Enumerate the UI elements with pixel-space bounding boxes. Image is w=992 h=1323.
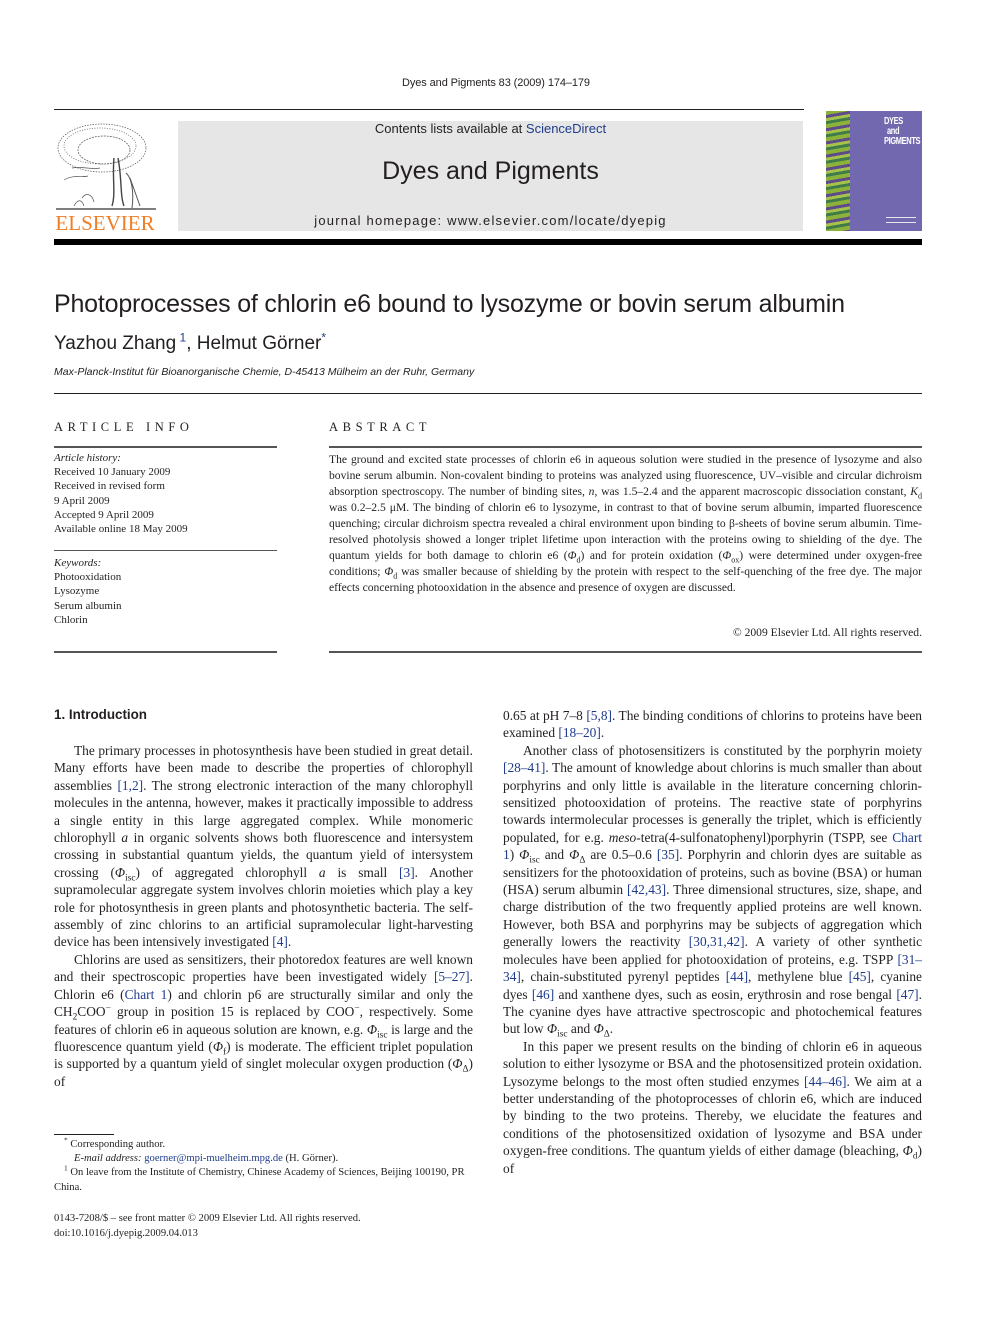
header-rule <box>54 109 804 110</box>
footnote-1: 1 On leave from the Institute of Chemist… <box>54 1163 465 1193</box>
paragraph: Chlorins are used as sensitizers, their … <box>54 951 474 1089</box>
citation-link[interactable]: [46] <box>532 987 554 1002</box>
article-info-rule <box>54 651 277 653</box>
corresponding-author-mark[interactable]: * <box>321 331 326 345</box>
keywords: Keywords: Photooxidation Lysozyme Serum … <box>54 556 122 627</box>
cover-title: DYES and PIGMENTS <box>884 116 921 147</box>
keyword: Serum albumin <box>54 599 122 612</box>
citation-link[interactable]: [30,31,42] <box>689 934 745 949</box>
affiliation-rule <box>54 393 922 394</box>
footnote-corresponding: * Corresponding author. <box>64 1135 166 1150</box>
article-title: Photoprocesses of chlorin e6 bound to ly… <box>54 290 845 318</box>
footnotes: * Corresponding author. E-mail address: … <box>54 1135 473 1195</box>
keywords-label: Keywords: <box>54 557 102 569</box>
abstract-rule <box>329 651 922 653</box>
citation-link[interactable]: [44–46] <box>804 1074 846 1089</box>
contents-prefix: Contents lists available at <box>374 121 526 136</box>
author-name[interactable]: Helmut Görner <box>197 333 322 354</box>
front-matter: 0143-7208/$ – see front matter © 2009 El… <box>54 1212 361 1241</box>
paragraph: The primary processes in photosynthesis … <box>54 743 473 950</box>
citation-link[interactable]: [5–27] <box>434 969 470 984</box>
keyword: Photooxidation <box>54 571 122 584</box>
abstract-rule <box>329 446 922 448</box>
citation-link[interactable]: [18–20] <box>558 725 600 740</box>
history-label: Article history: <box>54 452 121 464</box>
issn-line: 0143-7208/$ – see front matter © 2009 El… <box>54 1213 361 1224</box>
paragraph: Another class of photosensitizers is con… <box>503 742 923 1040</box>
citation-link[interactable]: [28–41] <box>503 760 545 775</box>
citation-link[interactable]: [5,8] <box>586 708 612 723</box>
running-head: Dyes and Pigments 83 (2009) 174–179 <box>402 77 590 89</box>
article-info-rule <box>54 550 277 551</box>
author-name[interactable]: Yazhou Zhang <box>54 333 176 354</box>
citation-link[interactable]: [47] <box>896 987 918 1002</box>
history-item: Received in revised form <box>54 480 165 493</box>
elsevier-logo-text: ELSEVIER <box>55 211 155 235</box>
keyword: Chlorin <box>54 613 88 626</box>
journal-name: Dyes and Pigments <box>382 157 599 185</box>
history-item: Received 10 January 2009 <box>54 466 171 479</box>
chart-link[interactable]: Chart 1 <box>125 987 168 1002</box>
email-link[interactable]: goerner@mpi-muelheim.mpg.de <box>144 1153 283 1164</box>
article-info-rule <box>54 446 277 448</box>
cover-pattern <box>826 111 850 231</box>
keyword: Lysozyme <box>54 585 100 598</box>
abstract-heading: ABSTRACT <box>329 420 432 434</box>
citation-link[interactable]: [1,2] <box>117 778 143 793</box>
footnote-rule <box>54 1134 114 1135</box>
doi-line[interactable]: doi:10.1016/j.dyepig.2009.04.013 <box>54 1227 361 1242</box>
header-thick-rule <box>54 239 922 245</box>
journal-cover-image: DYES and PIGMENTS <box>826 111 922 231</box>
abstract-text: The ground and excited state processes o… <box>329 453 923 594</box>
citation-link[interactable]: [45] <box>849 969 871 984</box>
citation-link[interactable]: [42,43] <box>627 882 666 897</box>
citation-link[interactable]: [35] <box>657 847 679 862</box>
article-info-heading: ARTICLE INFO <box>54 420 194 434</box>
section-heading-introduction: 1. Introduction <box>54 707 147 722</box>
citation-link[interactable]: [4] <box>272 934 288 949</box>
contents-line: Contents lists available at ScienceDirec… <box>178 121 803 136</box>
article-history: Article history: Received 10 January 200… <box>54 451 188 536</box>
cover-publisher-mark <box>886 217 916 223</box>
history-item: 9 April 2009 <box>54 494 110 507</box>
copyright-notice: © 2009 Elsevier Ltd. All rights reserved… <box>732 626 922 639</box>
paragraph: 0.65 at pH 7–8 [5,8]. The binding condit… <box>503 708 922 741</box>
paragraph: In this paper we present results on the … <box>503 1038 922 1176</box>
affiliation: Max-Planck-Institut für Bioanorganische … <box>54 366 475 378</box>
history-item: Accepted 9 April 2009 <box>54 508 154 521</box>
history-item: Available online 18 May 2009 <box>54 523 188 536</box>
citation-link[interactable]: [3] <box>399 865 415 880</box>
footnote-email: E-mail address: goerner@mpi-muelheim.mpg… <box>74 1153 339 1165</box>
citation-link[interactable]: [44] <box>726 969 748 984</box>
author-list: Yazhou Zhang 1, Helmut Görner* <box>54 330 327 354</box>
journal-homepage[interactable]: journal homepage: www.elsevier.com/locat… <box>178 213 803 228</box>
sciencedirect-link[interactable]: ScienceDirect <box>526 121 606 136</box>
body-column-right: 0.65 at pH 7–8 [5,8]. The binding condit… <box>503 707 922 1177</box>
body-column-left: The primary processes in photosynthesis … <box>54 742 473 1090</box>
